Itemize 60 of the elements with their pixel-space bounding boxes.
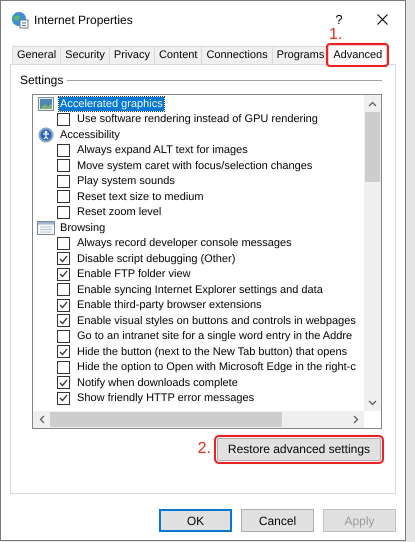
option-label[interactable]: Move system caret with focus/selection changes	[76, 158, 314, 173]
horizontal-scrollbar[interactable]	[33, 411, 364, 428]
checkbox[interactable]	[57, 174, 70, 188]
checkbox[interactable]	[57, 360, 70, 374]
option-label[interactable]: Enable third-party browser extensions	[76, 298, 263, 312]
option-label[interactable]: Hide the button (next to the New Tab button) that opens	[76, 344, 348, 359]
scroll-thumb[interactable]	[365, 112, 380, 182]
category-label[interactable]: Browsing	[59, 220, 106, 235]
option-label[interactable]: Show friendly HTTP error messages	[76, 391, 256, 406]
tab[interactable]: Connections	[201, 46, 272, 64]
option-label[interactable]: Hide the option to Open with Microsoft Edge in the right-c	[76, 360, 357, 374]
step-number: 2.	[198, 439, 211, 459]
checkbox[interactable]	[57, 112, 70, 126]
vertical-scrollbar[interactable]	[364, 95, 381, 411]
checkbox[interactable]	[57, 268, 70, 281]
checkmark-icon	[59, 348, 68, 356]
option-label[interactable]: Use software rendering instead of GPU rendering	[76, 112, 319, 126]
option-label[interactable]: Disable script debugging (Other)	[76, 252, 236, 266]
checkbox[interactable]	[57, 236, 70, 250]
tab[interactable]: Advanced	[328, 45, 388, 65]
dialog-button[interactable]: OK	[159, 509, 232, 532]
picture-frame-icon	[38, 96, 54, 111]
scroll-thumb[interactable]	[50, 412, 282, 427]
checkbox[interactable]	[57, 345, 70, 358]
globe-icon	[11, 10, 29, 28]
step-number: 1.	[328, 25, 342, 45]
checkbox[interactable]	[57, 190, 70, 204]
close-icon	[376, 14, 388, 25]
option-label[interactable]: Go to an intranet site for a single word entry in the Addre	[76, 329, 354, 344]
option-label[interactable]: Reset zoom level	[76, 205, 162, 220]
category-label[interactable]: Accessibility	[59, 128, 121, 142]
tab[interactable]: General	[12, 46, 60, 64]
tab[interactable]: Privacy	[108, 46, 154, 64]
checkbox[interactable]	[57, 376, 70, 390]
checkbox[interactable]	[57, 298, 70, 312]
checkbox[interactable]	[57, 206, 70, 219]
tab[interactable]: Security	[60, 46, 109, 64]
checkbox[interactable]	[57, 159, 70, 172]
option-label[interactable]: Reset text size to medium	[76, 190, 205, 204]
checkbox[interactable]	[57, 144, 70, 157]
category-label[interactable]: Accelerated graphics	[59, 96, 164, 111]
checkbox[interactable]	[57, 330, 70, 343]
option-label[interactable]: Enable visual styles on buttons and controls in webpages	[76, 314, 357, 328]
option-label[interactable]: Enable syncing Internet Explorer settings and data	[76, 282, 324, 297]
option-label[interactable]: Always expand ALT text for images	[76, 143, 249, 158]
checkbox[interactable]	[57, 314, 70, 328]
tab[interactable]: Programs	[272, 46, 328, 64]
window-title: Internet Properties	[34, 12, 133, 28]
option-label[interactable]: Always record developer console messages	[76, 236, 293, 250]
tab[interactable]: Content	[154, 46, 202, 64]
dialog-button[interactable]: Cancel	[241, 509, 314, 532]
option-label[interactable]: Enable FTP folder view	[76, 267, 192, 282]
option-label[interactable]: Notify when downloads complete	[76, 376, 239, 390]
accessibility-icon	[38, 126, 54, 143]
checkbox[interactable]	[57, 283, 70, 296]
checkbox[interactable]	[57, 392, 70, 405]
window-icon	[37, 220, 55, 235]
option-label[interactable]: Play system sounds	[76, 174, 176, 188]
group-title: Settings	[20, 72, 64, 89]
checkbox[interactable]	[57, 252, 70, 266]
